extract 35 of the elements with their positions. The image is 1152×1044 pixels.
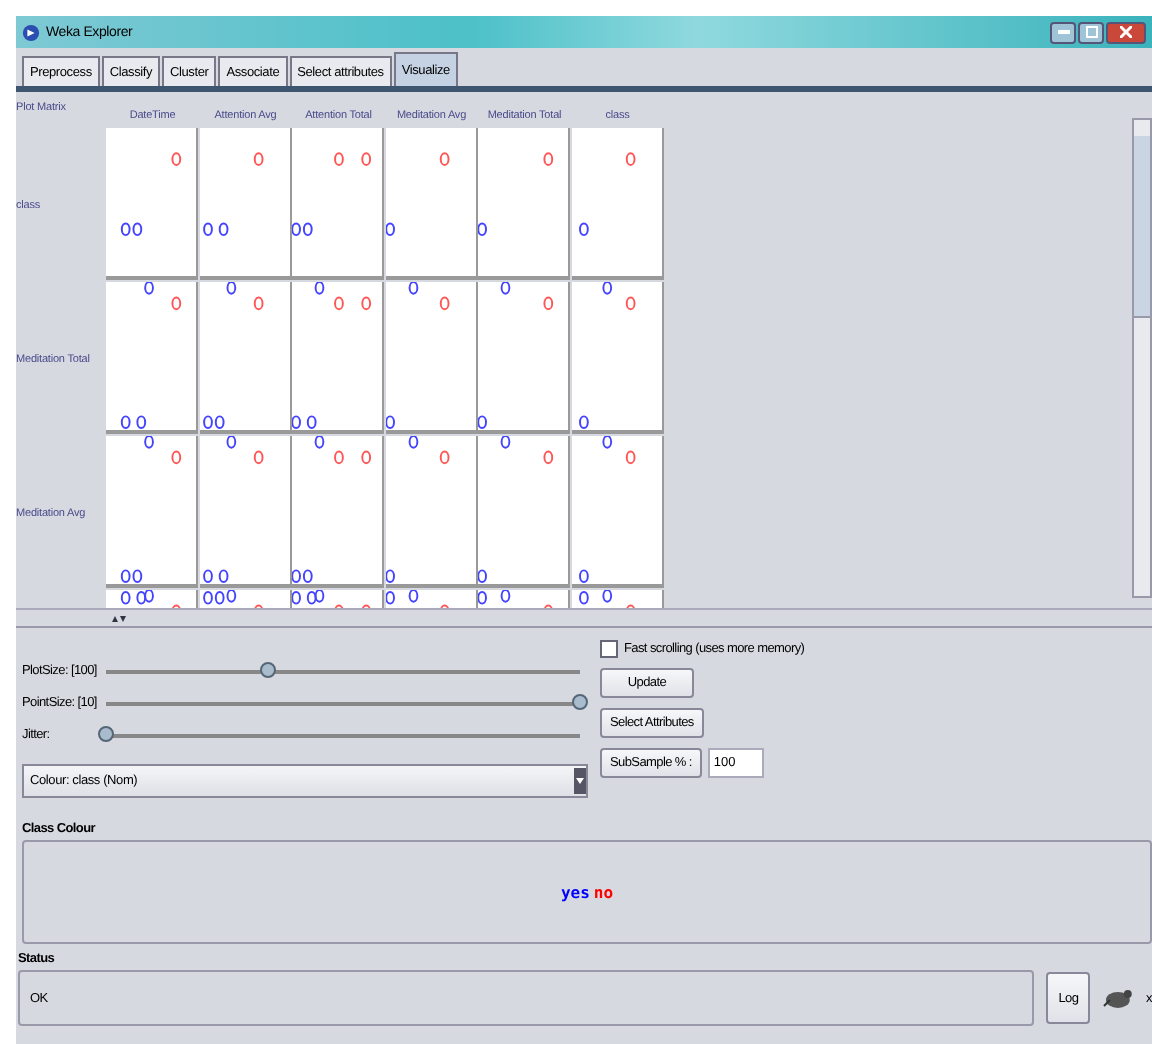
- scatter-plot[interactable]: [478, 436, 570, 588]
- splitter-arrows-icon[interactable]: [112, 615, 126, 621]
- close-icon: [1120, 26, 1132, 38]
- scatter-plot[interactable]: [106, 128, 198, 280]
- scrollbar[interactable]: [1132, 118, 1152, 598]
- class-label: yes: [560, 883, 590, 901]
- scatter-plot[interactable]: [571, 282, 663, 434]
- scatter-plot[interactable]: [385, 436, 477, 588]
- scatter-plot[interactable]: [571, 436, 663, 588]
- slider-thumb[interactable]: [572, 693, 588, 709]
- scatter-plot[interactable]: [571, 128, 663, 280]
- slider-thumb[interactable]: [98, 725, 114, 741]
- maximize-button[interactable]: [1078, 21, 1104, 43]
- scatter-plot[interactable]: [292, 436, 384, 588]
- scatter-plot[interactable]: [385, 282, 477, 434]
- class-label: no: [593, 883, 614, 901]
- scatter-plot[interactable]: [292, 128, 384, 280]
- minimize-button[interactable]: [1050, 21, 1076, 43]
- maximize-icon: [1085, 26, 1097, 38]
- app-icon: [22, 23, 40, 41]
- scatter-plot[interactable]: [106, 436, 198, 588]
- checkbox[interactable]: [600, 640, 618, 658]
- minimize-icon: [1057, 30, 1069, 34]
- slider-thumb[interactable]: [259, 661, 276, 677]
- scatter-plot[interactable]: [478, 282, 570, 434]
- scatter-plot[interactable]: [478, 128, 570, 280]
- scatter-plot[interactable]: [199, 128, 291, 280]
- scatter-plot[interactable]: [292, 282, 384, 434]
- scatter-plot[interactable]: [199, 282, 291, 434]
- caret-icon: [576, 778, 584, 784]
- bird-icon: [1102, 988, 1135, 1008]
- scatter-plot[interactable]: [385, 128, 477, 280]
- close-button[interactable]: [1106, 21, 1146, 43]
- scatter-plot[interactable]: [106, 282, 198, 434]
- scatter-plot[interactable]: [199, 436, 291, 588]
